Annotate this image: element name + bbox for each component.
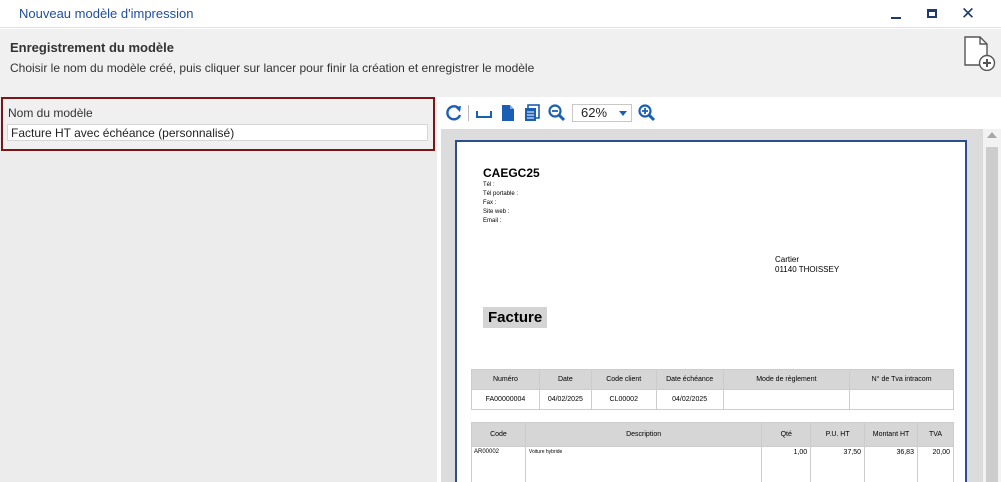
table-header-row: Code Description Qté P.U. HT Montant HT …	[471, 422, 955, 447]
table-cell: 1,00	[761, 446, 812, 482]
refresh-icon[interactable]	[444, 103, 464, 123]
model-name-group: Nom du modèle	[1, 97, 435, 151]
col-header: Mode de règlement	[722, 369, 851, 390]
col-header: Qté	[761, 422, 812, 447]
table-cell: 04/02/2025	[538, 389, 592, 410]
company-name: CAEGC25	[483, 166, 540, 180]
table-row: AR00002 Voiture hybride 1,00 37,50 36,83…	[471, 446, 955, 482]
step-subtitle: Choisir le nom du modèle créé, puis cliq…	[10, 61, 535, 75]
col-header: N° de Tva intracom	[849, 369, 954, 390]
page-width-icon[interactable]	[474, 103, 494, 123]
close-icon: ✕	[960, 4, 976, 23]
col-header: Date	[538, 369, 592, 390]
col-header: Numéro	[471, 369, 540, 390]
contact-fax: Fax :	[483, 200, 497, 206]
recipient-city: 01140 THOISSEY	[775, 265, 840, 274]
minimize-button[interactable]	[884, 4, 908, 24]
left-pane: Nom du modèle	[0, 97, 437, 482]
scroll-up-icon[interactable]	[987, 132, 997, 138]
model-name-input[interactable]	[7, 124, 428, 141]
multi-page-icon[interactable]	[522, 103, 542, 123]
preview-canvas[interactable]: CAEGC25 Tél : Tél portable : Fax : Site …	[441, 129, 983, 482]
zoom-out-icon[interactable]	[547, 103, 567, 123]
zoom-in-icon[interactable]	[637, 103, 657, 123]
contact-email: Email :	[483, 218, 502, 224]
chevron-down-icon	[619, 111, 627, 116]
table-cell: 37,50	[810, 446, 866, 482]
table-row: FA00000004 04/02/2025 CL00002 04/02/2025	[471, 389, 954, 410]
document-add-icon	[964, 36, 996, 71]
col-header: Code	[471, 422, 526, 447]
col-header: P.U. HT	[810, 422, 866, 447]
maximize-button[interactable]	[920, 4, 944, 24]
window-title: Nouveau modèle d'impression	[19, 6, 194, 21]
table-cell: CL00002	[590, 389, 657, 410]
preview-toolbar: 62%	[437, 97, 1001, 129]
recipient-name: Cartier	[775, 255, 800, 264]
table-cell: FA00000004	[471, 389, 540, 410]
scroll-thumb[interactable]	[986, 147, 998, 482]
zoom-select[interactable]: 62%	[572, 104, 632, 122]
model-name-label: Nom du modèle	[8, 106, 93, 120]
table-cell: 36,83	[864, 446, 918, 482]
preview-page: CAEGC25 Tél : Tél portable : Fax : Site …	[455, 140, 967, 482]
step-title: Enregistrement du modèle	[10, 40, 174, 55]
table-cell: AR00002	[471, 446, 526, 482]
table-cell	[722, 389, 851, 410]
title-bar: Nouveau modèle d'impression ✕	[0, 0, 1001, 28]
table-cell: Voiture hybride	[524, 446, 763, 482]
table-cell	[849, 389, 954, 410]
maximize-icon	[927, 9, 937, 18]
toolbar-separator	[468, 105, 469, 121]
table-cell: 04/02/2025	[655, 389, 724, 410]
single-page-icon[interactable]	[499, 103, 517, 123]
zoom-value: 62%	[581, 105, 608, 120]
col-header: Code client	[590, 369, 657, 390]
document-title: Facture	[483, 307, 548, 328]
table-header-row: Numéro Date Code client Date échéance Mo…	[471, 369, 954, 390]
invoice-lines-table: Code Description Qté P.U. HT Montant HT …	[471, 422, 955, 482]
step-header: Enregistrement du modèle Choisir le nom …	[0, 29, 1001, 97]
vertical-scrollbar[interactable]	[983, 129, 1001, 482]
col-header: Montant HT	[864, 422, 918, 447]
invoice-info-table: Numéro Date Code client Date échéance Mo…	[471, 369, 954, 410]
contact-mobile: Tél portable :	[483, 191, 519, 197]
minimize-icon	[891, 17, 901, 19]
contact-phone: Tél :	[483, 182, 495, 188]
col-header: TVA	[916, 422, 955, 447]
col-header: Description	[524, 422, 763, 447]
table-cell: 20,00	[916, 446, 955, 482]
contact-website: Site web :	[483, 209, 510, 215]
preview-pane: 62% CAEGC25 Tél : Tél portable : Fax : S…	[437, 97, 1001, 482]
col-header: Date échéance	[655, 369, 724, 390]
close-button[interactable]: ✕	[956, 4, 980, 24]
